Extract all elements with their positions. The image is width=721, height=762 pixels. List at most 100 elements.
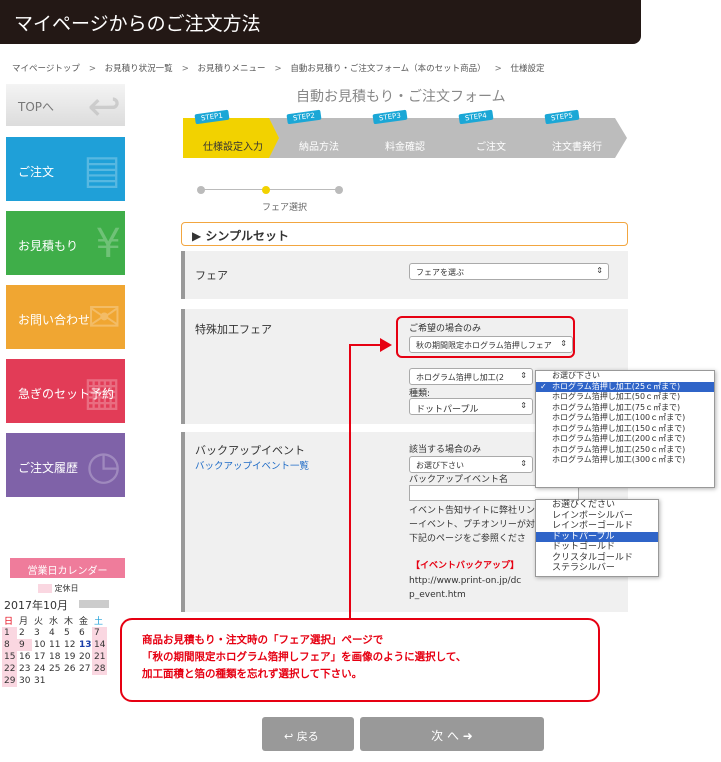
calendar-month: 2017年10月 — [4, 599, 68, 612]
dropdown-option[interactable]: ドットゴールド — [536, 542, 658, 553]
calendar-day: 2 — [19, 628, 25, 638]
event-heading: 【イベントバックアップ】 — [411, 561, 520, 571]
form-title: 自動お見積もり・ご注文フォーム — [296, 89, 506, 105]
dropdown-option[interactable]: クリスタルゴールド — [536, 553, 658, 564]
breadcrumb-item[interactable]: 自動お見積り・ご注文フォーム（本のセット商品） — [290, 64, 485, 74]
backup-event-label: バックアップイベント — [195, 444, 305, 457]
calendar-day: 20 — [79, 652, 91, 662]
sidebar-item-rush-reservation[interactable]: 急ぎのセット予約 ▦ — [6, 359, 125, 423]
dropdown-option[interactable]: ホログラム箔押し加工(100ｃ㎡まで) — [536, 413, 714, 424]
sidebar-item-contact[interactable]: お問い合わせ ✉ — [6, 285, 125, 349]
next-label: 次 へ — [431, 729, 459, 743]
calendar-day: 23 — [19, 664, 31, 674]
sidebar-item-label: ご注文履歴 — [18, 461, 79, 475]
calendar-day-today: 13 — [79, 640, 92, 650]
calendar-day: 21 — [92, 651, 107, 663]
calendar-day: 24 — [34, 664, 46, 674]
weekday: 火 — [34, 617, 44, 627]
calendar-grid: 日 月 火 水 木 金 土 1 2 3 4 5 6 7 8 9 10 11 12… — [2, 614, 107, 687]
annotation-line — [349, 344, 351, 618]
sidebar-item-label: お問い合わせ — [18, 313, 91, 327]
arrow-head-icon — [380, 338, 392, 352]
backup-event-list-link[interactable]: バックアップイベント一覧 — [195, 458, 309, 472]
dropdown-option[interactable]: ホログラム箔押し加工(75ｃ㎡まで) — [536, 403, 714, 414]
breadcrumb-item[interactable]: マイページトップ — [12, 64, 80, 74]
fair-label: フェア — [195, 269, 228, 282]
highlight-box — [396, 316, 575, 358]
breadcrumb-item[interactable]: お見積りメニュー — [198, 64, 266, 74]
calendar-day: 10 — [34, 640, 46, 650]
backup-name-label: バックアップイベント名 — [409, 475, 509, 485]
sidebar-item-order-history[interactable]: ご注文履歴 ◷ — [6, 433, 125, 497]
weekday: 日 — [4, 617, 14, 627]
kind-dropdown[interactable]: お選びください レインボーシルバー レインボーゴールド ドットパープル ドットゴ… — [535, 499, 659, 577]
calendar-day: 26 — [64, 664, 76, 674]
step-indicator: 仕様設定入力 納品方法 料金確認 ご注文 注文書発行 STEP1 STEP2 S… — [183, 109, 627, 158]
sub-progress — [197, 184, 343, 196]
breadcrumb-item[interactable]: お見積り状況一覧 — [105, 64, 173, 74]
backup-select[interactable]: お選び下さい — [409, 456, 533, 473]
return-arrow-icon: ↩ — [87, 84, 121, 126]
progress-label: フェア選択 — [262, 203, 308, 213]
step-4: ご注文 — [441, 118, 541, 158]
sidebar-item-order[interactable]: ご注文 ▤ — [6, 137, 125, 201]
triangle-icon: ▶ — [192, 229, 202, 243]
step-label: 納品方法 — [299, 142, 339, 153]
document-icon: ▤ — [83, 147, 121, 193]
fair-select[interactable]: フェアを選ぶ — [409, 263, 609, 280]
next-button[interactable]: 次 へ ➜ — [360, 717, 544, 751]
dropdown-option-selected[interactable]: ✓ ホログラム箔押し加工(25ｃ㎡まで) — [536, 381, 714, 392]
step-label: 仕様設定入力 — [203, 142, 263, 153]
step-2: 納品方法 — [269, 118, 369, 158]
calendar-day: 4 — [49, 628, 55, 638]
dropdown-option[interactable]: ホログラム箔押し加工(250ｃ㎡まで) — [536, 445, 714, 456]
dropdown-option[interactable]: ステラシルバー — [536, 563, 658, 574]
special-fair-label: 特殊加工フェア — [195, 323, 272, 336]
calendar-day: 8 — [2, 639, 17, 651]
dropdown-option[interactable]: お選びください — [536, 500, 658, 511]
top-label: TOPへ — [18, 100, 55, 114]
calendar-day: 31 — [34, 676, 46, 686]
weekday: 月 — [19, 617, 29, 627]
note-line: 加工面積と箔の種類を忘れず選択して下さい。 — [142, 668, 363, 680]
calendar-day: 6 — [79, 628, 85, 638]
top-button[interactable]: TOPへ ↩ — [6, 84, 125, 126]
area-dropdown[interactable]: お選び下さい ✓ ホログラム箔押し加工(25ｃ㎡まで) ホログラム箔押し加工(50… — [535, 370, 715, 488]
calendar-icon: ▦ — [83, 369, 121, 415]
check-icon: ✓ — [540, 381, 547, 391]
dropdown-option[interactable]: お選び下さい — [536, 371, 714, 382]
page-title: マイページからのご注文方法 — [14, 13, 261, 35]
calendar-day: 29 — [2, 675, 17, 687]
weekday: 木 — [64, 617, 74, 627]
progress-dot — [197, 186, 205, 194]
dropdown-option-selected[interactable]: ドットパープル — [536, 531, 658, 542]
step-5: 注文書発行 — [527, 118, 627, 158]
calendar-day: 5 — [64, 628, 70, 638]
dropdown-option[interactable]: ホログラム箔押し加工(50ｃ㎡まで) — [536, 392, 714, 403]
note-line: 「秋の期間限定ホログラム箔押しフェア」を画像のように選択して、 — [142, 651, 467, 663]
step-label: 注文書発行 — [552, 142, 602, 153]
kind-select[interactable]: ドットパープル — [409, 398, 533, 415]
calendar-day: 16 — [19, 652, 31, 662]
dropdown-option[interactable]: ホログラム箔押し加工(150ｃ㎡まで) — [536, 424, 714, 435]
back-button[interactable]: ↩ 戻る — [262, 717, 354, 751]
dropdown-option[interactable]: レインボーシルバー — [536, 511, 658, 522]
sidebar-item-estimate[interactable]: お見積もり ¥ — [6, 211, 125, 275]
progress-dot-current — [262, 186, 270, 194]
event-url[interactable]: http://www.print-on.jp/dc p_event.htm — [409, 574, 521, 602]
calendar-day: 30 — [19, 676, 31, 686]
mail-icon: ✉ — [87, 295, 121, 341]
backup-hint: 該当する場合のみ — [409, 445, 482, 455]
sidebar-item-label: お見積もり — [18, 239, 79, 253]
dropdown-option[interactable]: ホログラム箔押し加工(200ｃ㎡まで) — [536, 434, 714, 445]
dropdown-option[interactable]: レインボーゴールド — [536, 521, 658, 532]
area-select[interactable]: ホログラム箔押し加工(2 — [409, 368, 533, 385]
calendar-day: 19 — [64, 652, 76, 662]
section-title: シンプルセット — [205, 229, 290, 243]
calendar-day: 22 — [2, 663, 17, 675]
dropdown-option[interactable]: ホログラム箔押し加工(300ｃ㎡まで) — [536, 455, 714, 466]
calendar-legend-label: 定休日 — [54, 584, 79, 593]
note-line: 商品お見積もり・注文時の「フェア選択」ページで — [142, 634, 384, 646]
calendar-nav-icon[interactable] — [79, 600, 109, 608]
weekday: 水 — [49, 617, 59, 627]
